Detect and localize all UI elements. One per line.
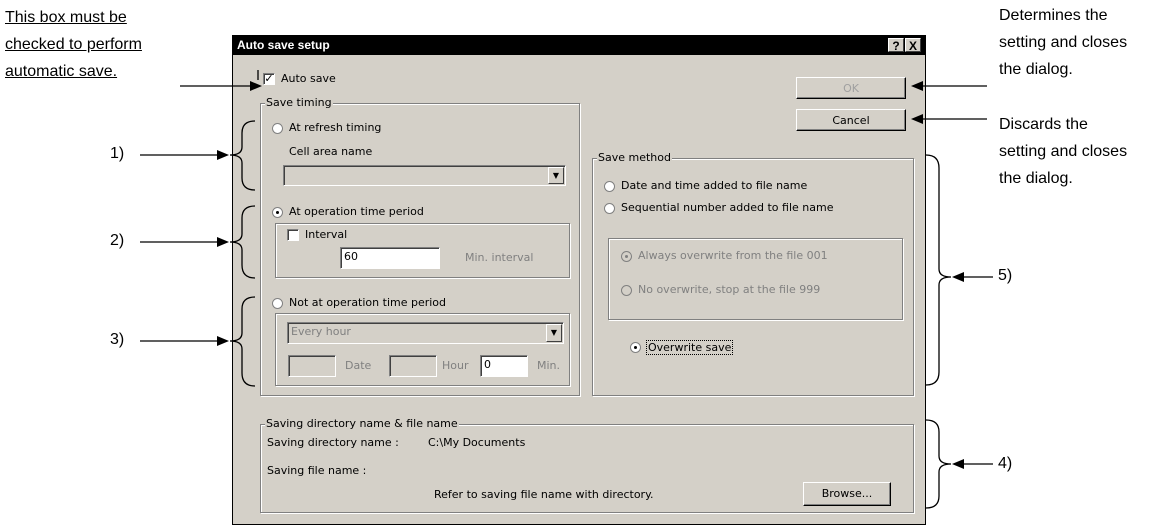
cancel-arrowhead bbox=[911, 114, 923, 124]
callout-1-arrowhead bbox=[217, 150, 229, 160]
callout-4-brace bbox=[925, 419, 952, 509]
ok-arrowhead bbox=[911, 81, 923, 91]
callout-5-arrowhead bbox=[952, 272, 964, 282]
callout-2-brace bbox=[229, 205, 256, 279]
callout-5-brace bbox=[925, 154, 952, 386]
auto-save-arrowhead bbox=[250, 81, 262, 91]
callout-3-brace bbox=[229, 296, 256, 387]
callout-2-arrowhead bbox=[217, 237, 229, 247]
callout-3-arrowhead bbox=[217, 336, 229, 346]
callout-4-arrowhead bbox=[952, 459, 964, 469]
callout-1-brace bbox=[229, 120, 256, 191]
callout-lines bbox=[140, 70, 993, 509]
